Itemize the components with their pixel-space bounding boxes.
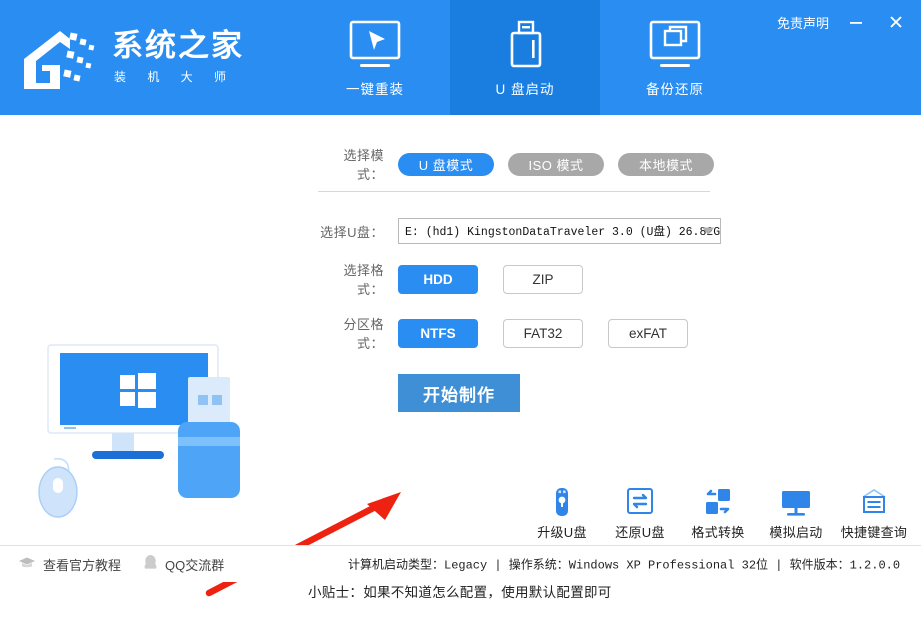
tab-one-click-reinstall[interactable]: 一键重装: [300, 0, 450, 115]
tab-label: 一键重装: [346, 82, 404, 97]
format-row: 选择格式： HDD ZIP: [318, 260, 738, 298]
brand-text: 系统之家 装 机 大 师: [112, 30, 244, 85]
graduation-cap-icon: [18, 556, 36, 573]
mode-row: 选择模式： U 盘模式 ISO 模式 本地模式: [318, 143, 738, 185]
minimize-button[interactable]: [843, 10, 869, 34]
start-button-wrap: 开始制作: [318, 374, 738, 412]
chevron-down-icon: [702, 227, 714, 235]
usb-select-label: 选择U盘：: [320, 224, 384, 240]
tool-label: 还原U盘: [615, 525, 665, 540]
tool-label: 快捷键查询: [840, 525, 908, 540]
partition-option-exfat[interactable]: exFAT: [608, 318, 688, 348]
brand-logo: 系统之家 装 机 大 师: [0, 0, 300, 115]
main-content: 选择模式： U 盘模式 ISO 模式 本地模式 选择U盘： E: (hd1) K…: [0, 115, 921, 600]
monitor-cursor-icon: [343, 17, 407, 75]
tool-hotkey-query[interactable]: 快捷键查询: [835, 484, 913, 545]
usb-select-row: 选择U盘： E: (hd1) KingstonDataTraveler 3.0 …: [318, 218, 738, 244]
mode-option-usb[interactable]: U 盘模式: [398, 152, 494, 176]
tool-upgrade-usb[interactable]: 升级U盘: [523, 484, 601, 545]
brand-subtitle: 装 机 大 师: [114, 69, 236, 84]
close-button[interactable]: [883, 10, 909, 34]
usb-upgrade-icon: [547, 484, 577, 518]
app-header: 系统之家 装 机 大 师 一键重装 U 盘启动 备份还原 免责声明: [0, 0, 921, 115]
tool-strip: 升级U盘 还原U盘 格式转换 模拟启动 快捷键查询: [523, 484, 913, 545]
hotkey-board-icon: [858, 484, 890, 518]
partition-row: 分区格式： NTFS FAT32 exFAT: [318, 314, 738, 352]
partition-option-fat32[interactable]: FAT32: [503, 318, 583, 348]
usb-computer-illustration: [30, 337, 290, 527]
status-link-tutorial[interactable]: 查看官方教程: [18, 555, 121, 574]
format-label: 选择格式：: [343, 263, 384, 297]
mode-option-local[interactable]: 本地模式: [618, 152, 714, 176]
tool-label: 模拟启动: [769, 525, 823, 540]
partition-label: 分区格式：: [343, 317, 384, 351]
status-link-label: QQ交流群: [165, 557, 225, 573]
status-link-label: 查看官方教程: [43, 557, 122, 573]
format-option-zip[interactable]: ZIP: [503, 264, 583, 294]
section-divider: [318, 191, 710, 192]
start-make-button[interactable]: 开始制作: [398, 374, 520, 412]
status-info-text: 计算机启动类型：Legacy | 操作系统：Windows XP Profess…: [348, 558, 901, 573]
qq-penguin-icon: [143, 554, 158, 574]
disclaimer-link[interactable]: 免责声明: [777, 13, 829, 32]
mode-option-iso[interactable]: ISO 模式: [508, 152, 604, 176]
tab-usb-boot[interactable]: U 盘启动: [450, 0, 600, 115]
status-bar: 查看官方教程 QQ交流群 计算机启动类型：Legacy | 操作系统：Windo…: [0, 545, 921, 582]
usb-select-input[interactable]: E: (hd1) KingstonDataTraveler 3.0 (U盘) 2…: [398, 218, 721, 244]
tool-label: 升级U盘: [537, 525, 587, 540]
status-link-qq-group[interactable]: QQ交流群: [143, 554, 224, 574]
brand-title: 系统之家: [112, 28, 244, 64]
mode-label: 选择模式：: [343, 148, 384, 182]
app-window: 系统之家 装 机 大 师 一键重装 U 盘启动 备份还原 免责声明 选择模式： …: [0, 0, 921, 600]
tab-label: U 盘启动: [495, 82, 555, 97]
tool-simulate-boot[interactable]: 模拟启动: [757, 484, 835, 545]
usb-drive-icon: [493, 17, 557, 75]
status-links: 查看官方教程 QQ交流群: [0, 554, 224, 574]
monitor-windows-icon: [643, 17, 707, 75]
usb-select-value: E: (hd1) KingstonDataTraveler 3.0 (U盘) 2…: [405, 226, 720, 239]
main-tabs: 一键重装 U 盘启动 备份还原: [300, 0, 750, 115]
tab-backup-restore[interactable]: 备份还原: [600, 0, 750, 115]
format-option-hdd[interactable]: HDD: [398, 264, 478, 294]
house-logo-icon: [20, 25, 106, 91]
tool-label: 格式转换: [691, 525, 745, 540]
tool-restore-usb[interactable]: 还原U盘: [601, 484, 679, 545]
tip-text: 小贴士：如果不知道怎么配置，使用默认配置即可: [308, 585, 612, 600]
window-controls: 免责声明: [777, 10, 909, 34]
monitor-simulate-icon: [779, 484, 813, 518]
tool-format-convert[interactable]: 格式转换: [679, 484, 757, 545]
partition-option-ntfs[interactable]: NTFS: [398, 318, 478, 348]
format-convert-icon: [702, 484, 734, 518]
settings-form: 选择模式： U 盘模式 ISO 模式 本地模式 选择U盘： E: (hd1) K…: [318, 143, 738, 412]
tab-label: 备份还原: [646, 82, 704, 97]
restore-sync-icon: [624, 484, 656, 518]
